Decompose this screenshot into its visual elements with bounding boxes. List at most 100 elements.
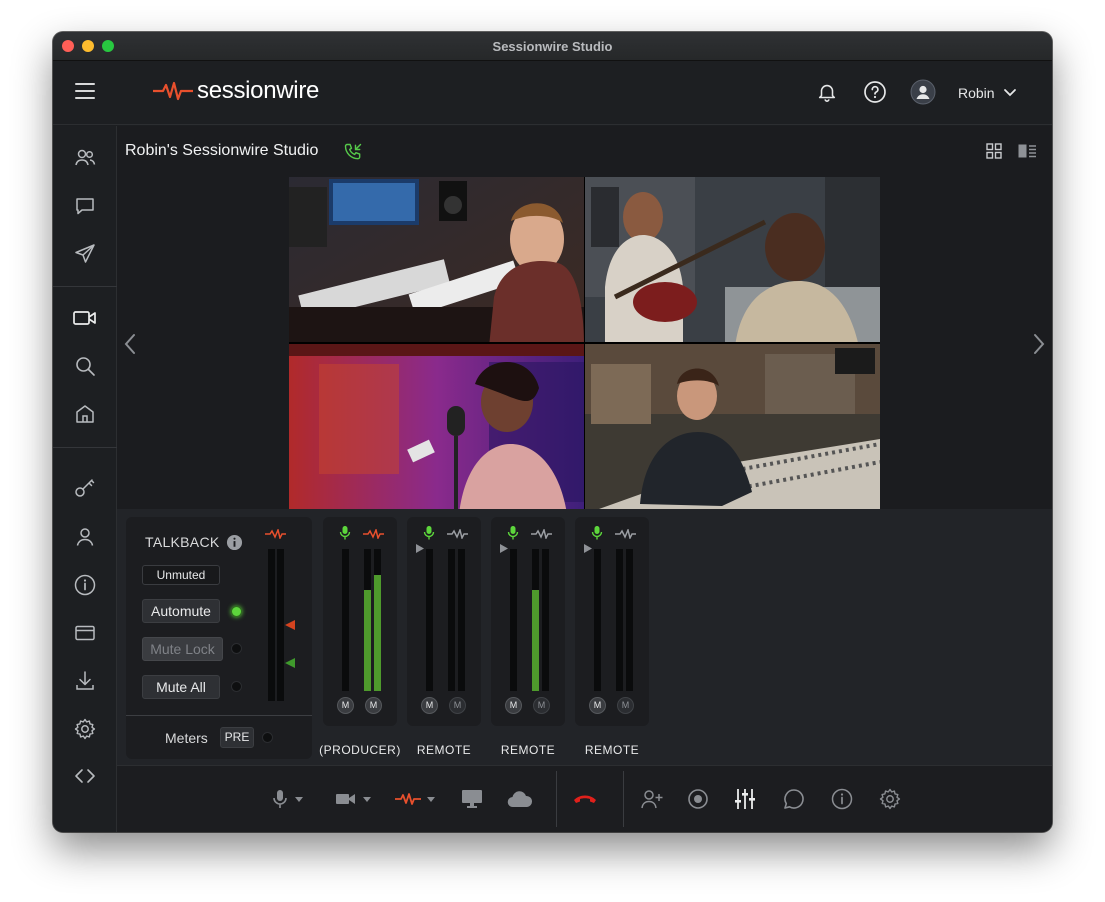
sidebar [53, 126, 117, 832]
automute-button[interactable]: Automute [142, 599, 220, 623]
sidebar-divider [53, 447, 117, 448]
end-call-button[interactable] [572, 786, 598, 812]
add-user-icon [641, 790, 663, 809]
mute-button[interactable]: M [337, 697, 354, 714]
cloud-button[interactable] [507, 786, 533, 812]
level-meter [458, 549, 465, 691]
channel-label: REMOTE [416, 743, 472, 757]
sidebar-item-contacts[interactable] [71, 144, 99, 172]
toolbar-divider [556, 771, 557, 827]
sidebar-item-settings[interactable] [71, 715, 99, 743]
level-meter [532, 549, 539, 691]
play-icon[interactable] [583, 543, 593, 554]
video-grid [289, 177, 880, 509]
sidebar-item-billing[interactable] [71, 619, 99, 647]
video-camera-icon [73, 311, 96, 325]
sidebar-item-downloads[interactable] [71, 667, 99, 695]
cloud-icon [507, 791, 533, 808]
previous-page-button[interactable] [122, 331, 138, 357]
microphone-menu-button[interactable] [271, 786, 303, 812]
participant-video-engineer [585, 344, 880, 509]
participant-video-keyboardist [289, 177, 584, 342]
level-meter [364, 549, 371, 691]
sidebar-item-studio[interactable] [71, 304, 99, 332]
talkback-meter-right [277, 549, 284, 701]
video-tile[interactable] [289, 344, 584, 509]
title-bar: Sessionwire Studio [53, 32, 1052, 61]
maximize-window-button[interactable] [102, 40, 114, 52]
grid-view-button[interactable] [985, 142, 1005, 160]
minimize-window-button[interactable] [82, 40, 94, 52]
invite-button[interactable] [640, 786, 664, 812]
channel-strip: MM [407, 517, 481, 726]
code-icon [75, 769, 95, 783]
menu-button[interactable] [75, 83, 95, 99]
session-info-button[interactable] [831, 786, 853, 812]
mute-button[interactable]: M [421, 697, 438, 714]
level-meter-fill [532, 590, 539, 691]
microphone-icon[interactable] [591, 525, 603, 541]
sidebar-item-developer[interactable] [71, 762, 99, 790]
record-button[interactable] [687, 786, 709, 812]
chat-icon [76, 198, 94, 215]
sidebar-item-home[interactable] [71, 400, 99, 428]
record-icon [688, 789, 708, 809]
sidebar-item-search[interactable] [71, 352, 99, 380]
mute-button[interactable]: M [365, 697, 382, 714]
microphone-icon[interactable] [339, 525, 351, 541]
level-meter [426, 549, 433, 691]
play-icon[interactable] [499, 543, 509, 554]
sidebar-item-send[interactable] [71, 240, 99, 268]
user-menu-toggle[interactable] [1000, 78, 1020, 106]
notifications-button[interactable] [813, 78, 841, 106]
close-window-button[interactable] [62, 40, 74, 52]
info-icon[interactable] [226, 534, 243, 551]
level-meter [510, 549, 517, 691]
user-icon [76, 528, 94, 546]
mute-lock-button[interactable]: Mute Lock [142, 637, 223, 661]
waveform-icon [395, 793, 421, 805]
mute-lock-indicator [231, 643, 242, 654]
microphone-icon[interactable] [507, 525, 519, 541]
sidebar-item-profile[interactable] [71, 523, 99, 551]
video-tile[interactable] [289, 177, 584, 342]
help-button[interactable] [861, 78, 889, 106]
talkback-panel: TALKBACK Unmuted Automute Mute Lock Mute… [126, 517, 312, 759]
triangle-left-icon[interactable] [284, 619, 296, 631]
camera-menu-button[interactable] [335, 786, 371, 812]
meters-pre-button[interactable]: PRE [220, 727, 254, 748]
sidebar-item-about[interactable] [71, 571, 99, 599]
avatar[interactable] [909, 78, 937, 106]
sidebar-item-keys[interactable] [71, 474, 99, 502]
audio-stream-menu-button[interactable] [395, 786, 435, 812]
user-menu-name[interactable]: Robin [958, 85, 995, 101]
play-icon[interactable] [415, 543, 425, 554]
chevron-down-icon [1004, 89, 1016, 97]
triangle-left-icon[interactable] [284, 657, 296, 669]
app-window: Sessionwire Studio sessionwire Robin Rob… [53, 32, 1052, 832]
next-page-button[interactable] [1031, 331, 1047, 357]
mute-all-button[interactable]: Mute All [142, 675, 220, 699]
session-settings-button[interactable] [878, 786, 902, 812]
chat-button[interactable] [783, 786, 805, 812]
mute-button[interactable]: M [533, 697, 550, 714]
mute-button[interactable]: M [589, 697, 606, 714]
talkback-meter-left [268, 549, 275, 701]
sidebar-item-messages[interactable] [71, 192, 99, 220]
channel-label: REMOTE [500, 743, 556, 757]
home-icon [76, 405, 94, 423]
speaker-view-button[interactable] [1017, 142, 1037, 160]
video-tile[interactable] [585, 177, 880, 342]
mute-button[interactable]: M [505, 697, 522, 714]
screen-share-button[interactable] [461, 786, 483, 812]
level-meter [594, 549, 601, 691]
window-controls [62, 40, 114, 52]
mixer-button[interactable] [733, 786, 757, 812]
toolbar-divider [623, 771, 624, 827]
microphone-icon[interactable] [423, 525, 435, 541]
mute-button[interactable]: M [449, 697, 466, 714]
video-tile[interactable] [585, 344, 880, 509]
search-icon [76, 357, 95, 376]
mute-button[interactable]: M [617, 697, 634, 714]
logo: sessionwire [153, 77, 319, 105]
